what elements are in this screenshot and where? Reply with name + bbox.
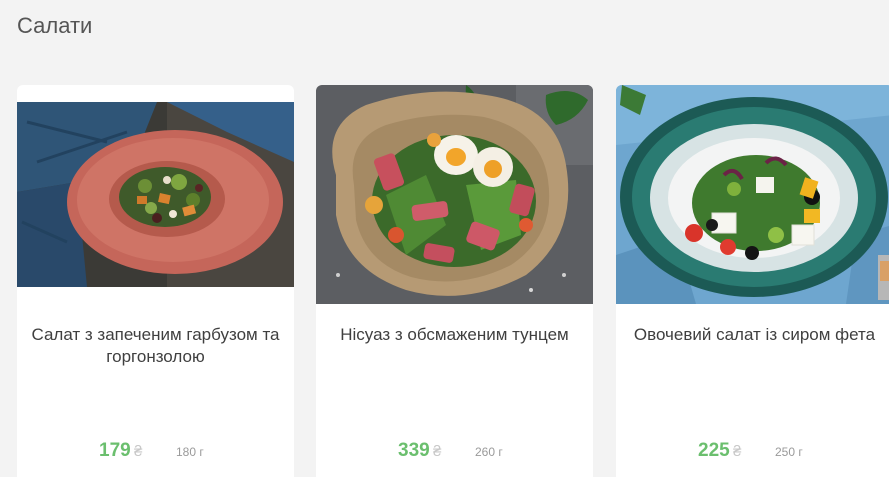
price-row: 339 ₴ 260 г <box>316 439 593 463</box>
product-card[interactable]: Салат з запеченим гарбузом та горгонзоло… <box>17 85 294 477</box>
product-name[interactable]: Нісуаз з обсмаженим тунцем <box>330 324 579 346</box>
nicoise-tuna-salad-photo[interactable] <box>316 85 593 304</box>
product-weight: 180 г <box>176 445 204 459</box>
product-price: 179 <box>99 440 131 461</box>
product-name[interactable]: Овочевий салат із сиром фета <box>630 324 879 346</box>
currency-icon: ₴ <box>134 443 143 460</box>
pumpkin-salad-photo[interactable] <box>17 102 294 287</box>
product-weight: 250 г <box>775 445 803 459</box>
product-price: 339 <box>398 440 430 461</box>
price-row: 179 ₴ 180 г <box>17 439 294 463</box>
price-row: 225 ₴ 250 г <box>616 439 889 463</box>
greek-feta-salad-photo[interactable] <box>616 85 889 304</box>
product-card[interactable]: Нісуаз з обсмаженим тунцем 339 ₴ 260 г <box>316 85 593 477</box>
product-card[interactable]: Овочевий салат із сиром фета 225 ₴ 250 г <box>616 85 889 477</box>
product-list: Салат з запеченим гарбузом та горгонзоло… <box>17 85 889 477</box>
product-price: 225 <box>698 440 730 461</box>
currency-icon: ₴ <box>733 443 742 460</box>
product-name[interactable]: Салат з запеченим гарбузом та горгонзоло… <box>31 324 280 368</box>
currency-icon: ₴ <box>433 443 442 460</box>
section-title: Салати <box>17 13 93 38</box>
product-weight: 260 г <box>475 445 503 459</box>
